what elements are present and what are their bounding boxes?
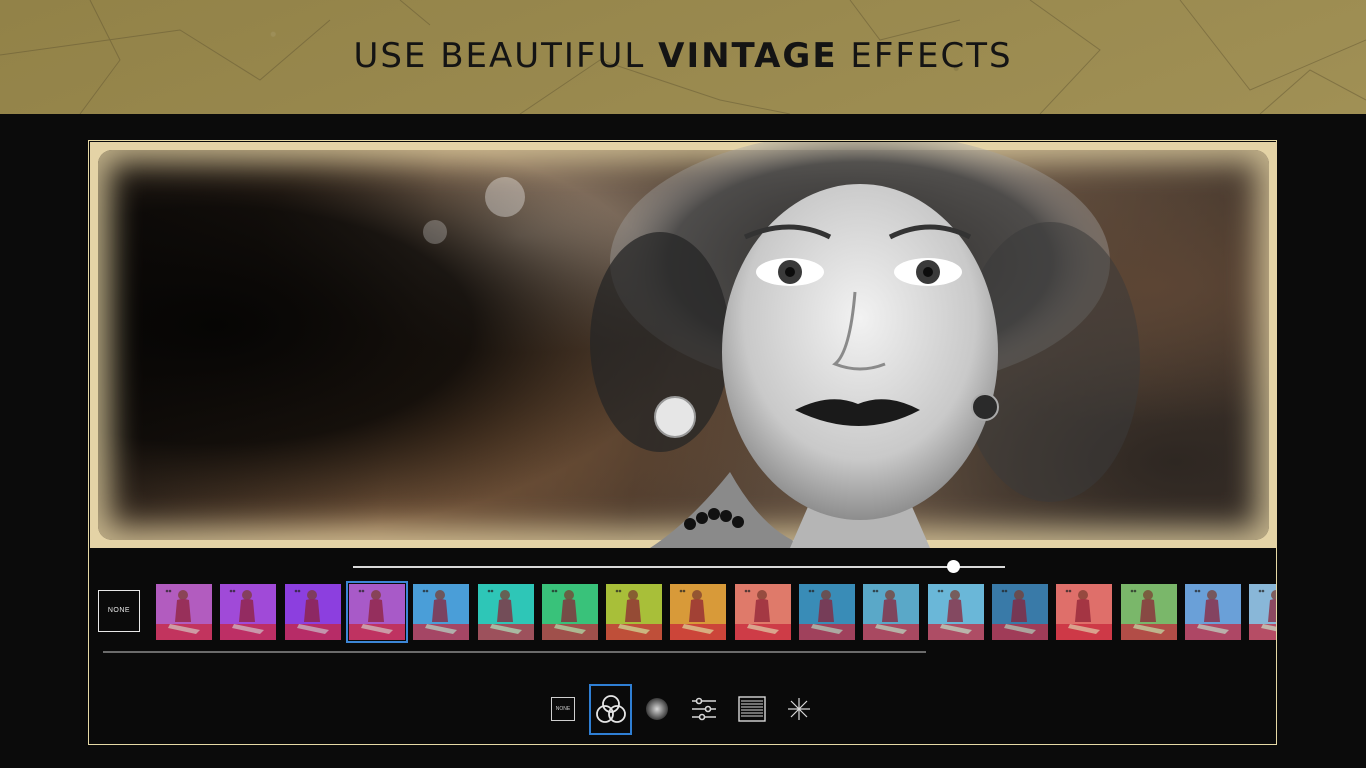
filter-thumbnail[interactable] bbox=[735, 584, 791, 640]
headline: USE BEAUTIFUL VINTAGE EFFECTS bbox=[0, 36, 1366, 76]
tool-vignette-button[interactable] bbox=[644, 696, 670, 722]
filter-thumbnail[interactable] bbox=[670, 584, 726, 640]
filters-icon bbox=[595, 694, 626, 723]
filter-thumbnail[interactable] bbox=[1185, 584, 1241, 640]
sliders-icon bbox=[692, 697, 716, 721]
filter-thumbnail[interactable] bbox=[928, 584, 984, 640]
promo-banner: USE BEAUTIFUL VINTAGE EFFECTS bbox=[0, 0, 1366, 114]
photo-editor-window: NONE NONE bbox=[88, 140, 1277, 745]
photo-preview bbox=[90, 142, 1277, 548]
filter-thumbnail[interactable] bbox=[799, 584, 855, 640]
filter-thumbnail[interactable] bbox=[285, 584, 341, 640]
portrait-image bbox=[423, 142, 1140, 548]
none-icon: NONE bbox=[551, 697, 575, 721]
filter-thumbnail[interactable] bbox=[156, 584, 212, 640]
sparkle-icon bbox=[788, 698, 810, 720]
filter-thumbnail[interactable] bbox=[542, 584, 598, 640]
tool-adjust-button[interactable] bbox=[691, 696, 717, 722]
intensity-slider-track[interactable] bbox=[353, 566, 1005, 568]
filter-thumbnail[interactable] bbox=[346, 581, 408, 643]
vignette-icon bbox=[646, 698, 668, 720]
tool-none-button[interactable]: NONE bbox=[550, 696, 576, 722]
filter-thumbnail[interactable] bbox=[220, 584, 276, 640]
filter-thumbnail[interactable] bbox=[1249, 584, 1276, 640]
filter-thumbnail[interactable] bbox=[478, 584, 534, 640]
filter-thumbnail[interactable] bbox=[1056, 584, 1112, 640]
filter-none-button[interactable]: NONE bbox=[98, 590, 140, 632]
filter-strip-scrollbar[interactable] bbox=[103, 651, 926, 653]
tool-filters-button[interactable] bbox=[589, 684, 632, 735]
filter-thumbnail[interactable] bbox=[863, 584, 919, 640]
tool-light-leak-button[interactable] bbox=[786, 696, 812, 722]
headline-prefix: USE BEAUTIFUL bbox=[353, 36, 646, 76]
tool-texture-button[interactable] bbox=[738, 696, 766, 722]
texture-icon bbox=[738, 696, 766, 722]
filter-thumbnail[interactable] bbox=[606, 584, 662, 640]
filter-thumbnail[interactable] bbox=[413, 584, 469, 640]
intensity-slider-thumb[interactable] bbox=[946, 560, 960, 573]
headline-bold: VINTAGE bbox=[658, 36, 838, 76]
filter-thumbnail[interactable] bbox=[1121, 584, 1177, 640]
filter-thumbnail[interactable] bbox=[992, 584, 1048, 640]
headline-suffix: EFFECTS bbox=[850, 36, 1013, 76]
